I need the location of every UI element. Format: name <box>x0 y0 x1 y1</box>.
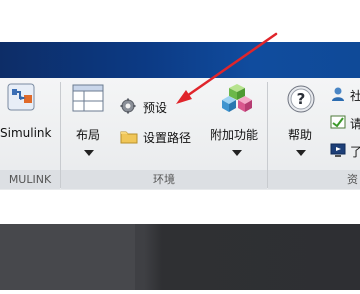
addons-dropdown-arrow[interactable] <box>232 150 242 156</box>
addons-cubes-icon[interactable] <box>220 82 254 114</box>
simulink-icon[interactable] <box>6 82 36 112</box>
simulink-button-label[interactable]: Simulink <box>0 126 51 140</box>
help-dropdown-arrow[interactable] <box>296 150 306 156</box>
svg-text:?: ? <box>297 90 306 108</box>
help-button-label[interactable]: 帮助 <box>288 126 312 143</box>
community-icon[interactable] <box>330 86 346 102</box>
learn-matlab-link-partial[interactable]: 了 <box>350 143 360 160</box>
environment-group-footer: 环境 <box>61 170 267 189</box>
layout-icon[interactable] <box>72 84 104 112</box>
request-support-icon[interactable] <box>330 114 346 130</box>
request-support-link-partial[interactable]: 请 <box>350 115 360 132</box>
help-icon[interactable]: ? <box>286 84 316 114</box>
folder-icon[interactable] <box>120 128 138 144</box>
layout-button-label[interactable]: 布局 <box>76 126 100 143</box>
simulink-group-footer: MULINK <box>0 170 60 189</box>
addons-button-label[interactable]: 附加功能 <box>210 126 258 143</box>
layout-dropdown-arrow[interactable] <box>84 150 94 156</box>
resources-group-label: 资 <box>347 173 358 186</box>
resources-group-footer: 资 <box>268 170 360 189</box>
gear-icon[interactable] <box>120 98 136 114</box>
top-blank-area <box>0 0 360 42</box>
set-path-button[interactable]: 设置路径 <box>143 129 191 146</box>
panel-area <box>0 224 360 290</box>
title-band <box>0 42 360 78</box>
community-link-partial[interactable]: 社 <box>350 87 360 104</box>
learn-matlab-icon[interactable] <box>330 142 346 158</box>
address-bar-area <box>0 190 360 224</box>
preferences-button[interactable]: 预设 <box>143 99 167 116</box>
